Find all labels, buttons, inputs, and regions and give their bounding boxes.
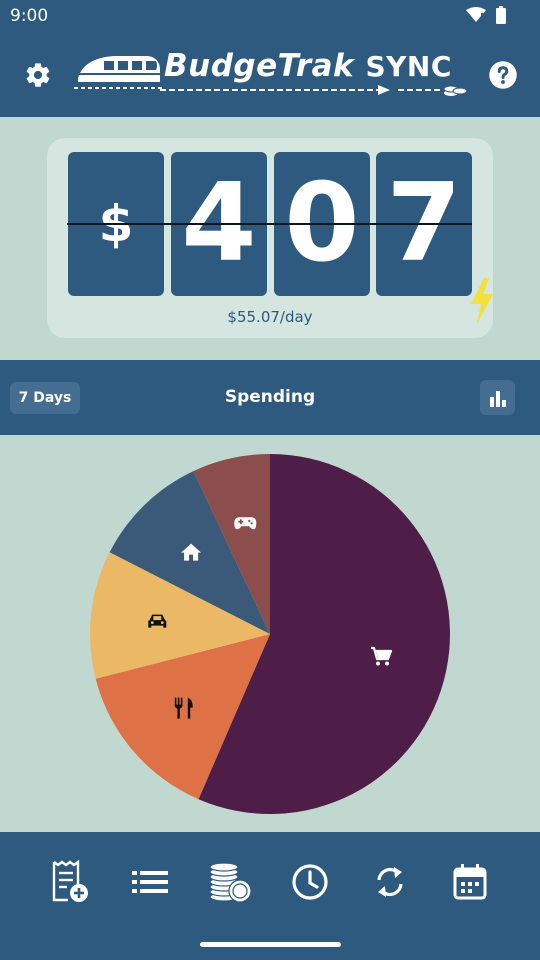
list-icon <box>132 871 168 893</box>
available-cash-counter[interactable]: $ 4 0 7 $55.07/day <box>47 138 493 338</box>
clock-icon <box>292 864 328 900</box>
battery-icon <box>496 6 506 24</box>
bar-chart-icon <box>489 390 506 407</box>
bottom-navigation <box>0 832 540 960</box>
status-time: 9:00 <box>10 6 49 26</box>
add-receipt-icon <box>52 860 88 902</box>
calendar-icon <box>453 864 487 900</box>
lightning-icon <box>471 278 493 324</box>
per-day-rate: $55.07/day <box>227 308 313 326</box>
spending-title: Spending <box>224 387 316 407</box>
train-logo-icon <box>74 56 164 89</box>
savings-button[interactable] <box>208 860 252 904</box>
gear-icon <box>26 63 50 87</box>
help-circle-icon <box>489 61 517 89</box>
help-button[interactable] <box>486 58 520 92</box>
pie-svg <box>90 454 450 814</box>
calendar-button[interactable] <box>448 860 492 904</box>
flip-divider <box>67 223 472 225</box>
transactions-list-button[interactable] <box>128 860 172 904</box>
logo-coins-icon <box>443 85 468 96</box>
top-bar: 9:00 BudgeTrak SYNC <box>0 0 540 117</box>
add-transaction-button[interactable] <box>48 860 92 904</box>
app-logo: BudgeTrak SYNC <box>74 48 472 100</box>
sync-button[interactable] <box>368 860 412 904</box>
history-button[interactable] <box>288 860 332 904</box>
coins-icon <box>209 862 252 903</box>
settings-button[interactable] <box>21 58 55 92</box>
status-icons <box>466 6 506 24</box>
wifi-icon <box>466 7 486 22</box>
logo-underline-arrow-icon <box>160 85 442 95</box>
home-indicator <box>200 942 341 947</box>
logo-text: BudgeTrak SYNC <box>164 48 452 84</box>
spending-pie-chart[interactable] <box>0 435 540 832</box>
chart-type-button[interactable] <box>480 380 515 415</box>
sync-icon <box>377 867 403 897</box>
spending-header: 7 Days Spending <box>0 360 540 435</box>
